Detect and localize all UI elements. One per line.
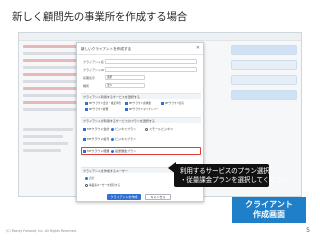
- service-check-accounting[interactable]: MFクラウド会計・確定申告: [85, 101, 121, 105]
- plan-service-name: MFクラウド給与: [83, 137, 109, 141]
- badge-line-2: 作成画面: [253, 210, 285, 219]
- initial-view-select[interactable]: 選択: [105, 75, 145, 80]
- screen-label-badge: クライアント 作成画面: [232, 197, 306, 223]
- client-id-label: クライアントID: [83, 68, 105, 72]
- type-label: 種別: [83, 84, 90, 88]
- cancel-button[interactable]: キャンセル: [145, 194, 171, 200]
- service-check-expense[interactable]: MFクラウド経費: [85, 107, 108, 111]
- badge-line-1: クライアント: [245, 199, 293, 209]
- page-number: 5: [306, 227, 310, 234]
- plan-option[interactable]: ビジネスプラン: [111, 127, 136, 131]
- type-select[interactable]: 法人: [105, 83, 145, 88]
- checkbox-checked-icon: [85, 107, 88, 111]
- service-check-mynumber[interactable]: MFクラウドマイナンバー: [125, 107, 159, 111]
- client-name-row: クライアント名: [83, 59, 199, 65]
- checkbox-checked-icon: [83, 127, 86, 131]
- client-id-input[interactable]: [105, 67, 197, 72]
- create-client-button[interactable]: クライアントを作成: [107, 194, 141, 200]
- radio-icon: [145, 127, 148, 131]
- type-row: 種別 法人: [83, 83, 199, 89]
- radio-selected-icon: [85, 176, 88, 180]
- radio-selected-icon: [111, 137, 114, 141]
- services-section-header: クライアント利用するサービスを選択する: [81, 93, 201, 99]
- radio-icon: [85, 183, 88, 187]
- user-option-invite[interactable]: 事業者ユーザーを招待する: [85, 183, 120, 187]
- radio-selected-icon: [111, 127, 114, 131]
- plan-option[interactable]: ビジネスプラン: [111, 137, 136, 141]
- plan-service-name: MFクラウド会計: [83, 127, 109, 131]
- close-icon[interactable]: ✕: [196, 46, 200, 51]
- callout-line-2: ・従量課金プランを選択してください: [180, 175, 289, 184]
- plan-row-accounting: MFクラウド会計 ビジネスプラン スモールビジネス: [83, 125, 199, 133]
- instruction-callout: 利用するサービスのプラン選択 ・従量課金プランを選択してください: [174, 164, 289, 187]
- checkbox-checked-icon: [125, 107, 128, 111]
- callout-line-1: 利用するサービスのプラン選択: [180, 167, 270, 175]
- service-check-invoice[interactable]: MFクラウド請求書: [125, 101, 151, 105]
- highlight-box: [81, 147, 201, 155]
- plan-row-payroll: MFクラウド給与 ビジネスプラン: [83, 135, 199, 143]
- initial-view-row: 初期表示 選択: [83, 75, 199, 81]
- background-lower-list: [23, 128, 83, 188]
- client-id-row: クライアントID: [83, 67, 199, 73]
- client-name-label: クライアント名: [83, 60, 104, 64]
- checkbox-checked-icon: [85, 101, 88, 105]
- modal-title: 新しいクライアントを作成する: [77, 43, 203, 55]
- service-check-payroll[interactable]: MFクラウド給与: [161, 101, 184, 105]
- background-toolbar: [19, 33, 301, 41]
- user-option-self[interactable]: 自分: [85, 176, 94, 180]
- background-side-buttons: [231, 45, 297, 105]
- initial-view-label: 初期表示: [83, 76, 96, 80]
- page-title: 新しく顧問先の事業所を作成する場合: [12, 11, 188, 23]
- copyright-footer: (C) Money Forward, Inc. All Rights Reser…: [6, 229, 77, 233]
- plan-option[interactable]: スモールビジネス: [145, 127, 173, 131]
- checkbox-checked-icon: [161, 101, 164, 105]
- client-name-input[interactable]: [105, 59, 197, 64]
- checkbox-checked-icon: [125, 101, 128, 105]
- checkbox-checked-icon: [83, 137, 86, 141]
- plans-section-header: クライアントが利用するサービスのプランを選択する: [81, 117, 201, 123]
